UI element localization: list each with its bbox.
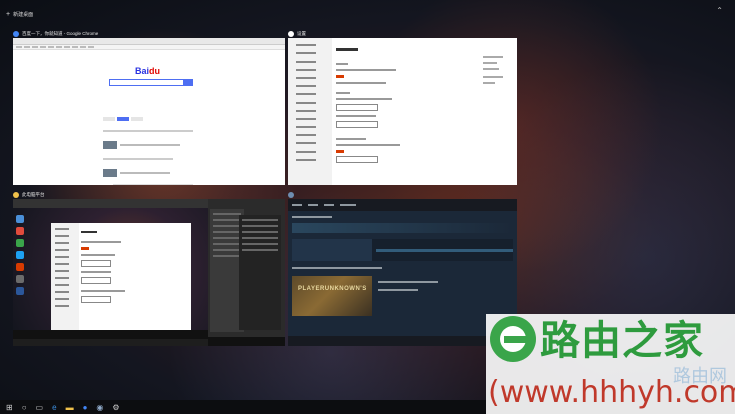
new-desktop-label: 新建桌面 bbox=[13, 12, 34, 18]
window-thumbnail: Baidu bbox=[13, 38, 285, 185]
download-item bbox=[292, 239, 513, 261]
window-settings[interactable]: 设置 bbox=[288, 31, 517, 185]
inner-settings-window bbox=[51, 223, 191, 331]
baidu-logo: Baidu bbox=[135, 66, 161, 76]
window-thumbnail bbox=[13, 199, 285, 346]
cortana-icon[interactable]: ○ bbox=[22, 403, 27, 412]
window-title-bar: 百度一下，你就知道 - Google Chrome bbox=[13, 30, 98, 38]
plus-icon: + bbox=[6, 11, 11, 18]
folder-icon bbox=[13, 192, 19, 198]
steam-banner bbox=[292, 223, 513, 233]
watermark-logo-icon bbox=[490, 316, 536, 362]
settings-icon bbox=[288, 31, 294, 37]
news-feed bbox=[103, 108, 223, 182]
new-desktop-button[interactable]: + 新建桌面 bbox=[6, 11, 33, 18]
chevron-up-icon[interactable]: ⌃ bbox=[716, 6, 723, 15]
steam-menu-bar bbox=[288, 199, 517, 211]
page-footer bbox=[113, 184, 193, 185]
settings-icon[interactable]: ⚙ bbox=[112, 403, 119, 412]
steam-icon[interactable]: ◉ bbox=[96, 403, 103, 412]
search-input bbox=[109, 79, 185, 86]
steam-footer bbox=[288, 336, 517, 346]
search-button bbox=[183, 79, 193, 86]
window-thumbnail bbox=[288, 38, 517, 185]
watermark-title: 路由之家 bbox=[540, 318, 704, 364]
browser-tab-bar bbox=[13, 38, 285, 45]
window-title: 百度一下，你就知道 - Google Chrome bbox=[22, 31, 99, 36]
edge-icon[interactable]: e bbox=[52, 403, 56, 412]
watermark-url: (www.hhhyh.com) bbox=[488, 375, 735, 410]
window-title-bar: 此电脑平台 bbox=[13, 191, 45, 199]
windows-icon[interactable]: ⊞ bbox=[6, 403, 13, 412]
window-thumbnail: PLAYERUNKNOWN'S bbox=[288, 199, 517, 346]
window-title: 此电脑平台 bbox=[22, 192, 45, 197]
browser-bookmarks-bar bbox=[13, 45, 285, 50]
chrome-icon bbox=[13, 31, 19, 37]
task-view-icon[interactable]: ▭ bbox=[36, 403, 44, 412]
chrome-icon[interactable]: ● bbox=[83, 403, 88, 412]
watermark: 路由之家 路由网 (www.hhhyh.com) bbox=[486, 314, 735, 414]
steam-icon bbox=[288, 192, 294, 198]
window-title-bar bbox=[288, 191, 297, 199]
explorer-icon[interactable]: ▬ bbox=[66, 403, 74, 412]
inner-tool-panel bbox=[208, 199, 285, 346]
window-title-bar: 设置 bbox=[288, 30, 306, 38]
game-art: PLAYERUNKNOWN'S bbox=[292, 276, 372, 316]
window-title: 设置 bbox=[297, 31, 306, 36]
settings-related bbox=[483, 52, 503, 88]
window-explorer[interactable]: 此电脑平台 bbox=[13, 192, 285, 346]
inner-desktop bbox=[13, 199, 208, 339]
window-steam[interactable]: PLAYERUNKNOWN'S bbox=[288, 192, 517, 346]
settings-sidebar bbox=[288, 38, 332, 185]
window-chrome[interactable]: 百度一下，你就知道 - Google Chrome Baidu bbox=[13, 31, 285, 185]
